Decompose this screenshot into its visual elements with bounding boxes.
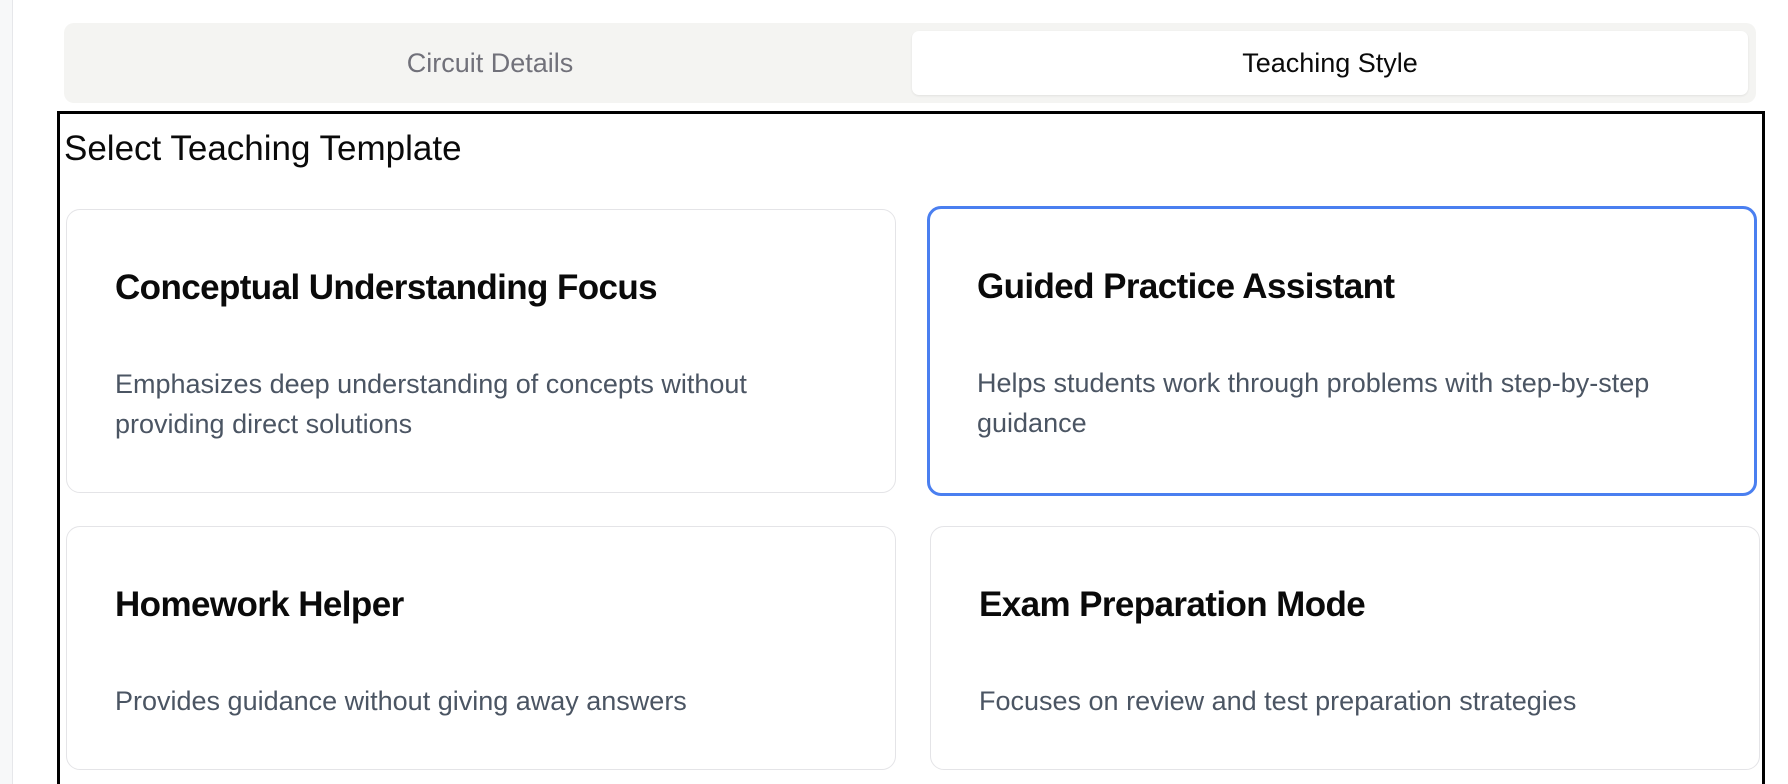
card-title: Guided Practice Assistant <box>977 267 1395 306</box>
template-card-guided-practice[interactable]: Guided Practice Assistant Helps students… <box>927 206 1757 496</box>
card-title: Conceptual Understanding Focus <box>115 268 658 307</box>
tab-bar: Circuit Details Teaching Style <box>64 23 1756 103</box>
section-title: Select Teaching Template <box>64 129 462 168</box>
tab-teaching-style[interactable]: Teaching Style <box>912 31 1748 95</box>
left-rail <box>0 0 13 784</box>
card-description: Provides guidance without giving away an… <box>115 686 687 716</box>
card-title: Exam Preparation Mode <box>979 585 1366 624</box>
template-card-conceptual-understanding[interactable]: Conceptual Understanding Focus Emphasize… <box>66 209 896 493</box>
card-title: Homework Helper <box>115 585 404 624</box>
teaching-template-section: Select Teaching Template Conceptual Unde… <box>57 111 1765 784</box>
template-card-exam-preparation[interactable]: Exam Preparation Mode Focuses on review … <box>930 526 1760 770</box>
tab-label: Circuit Details <box>406 47 574 78</box>
card-description: Helps students work through problems wit… <box>977 368 1650 438</box>
template-card-homework-helper[interactable]: Homework Helper Provides guidance withou… <box>66 526 896 770</box>
tab-circuit-details[interactable]: Circuit Details <box>72 31 908 95</box>
tab-label: Teaching Style <box>1242 47 1418 78</box>
page: Circuit Details Teaching Style Select Te… <box>0 0 1788 784</box>
card-description: Focuses on review and test preparation s… <box>979 686 1577 716</box>
card-description: Emphasizes deep understanding of concept… <box>115 369 747 439</box>
